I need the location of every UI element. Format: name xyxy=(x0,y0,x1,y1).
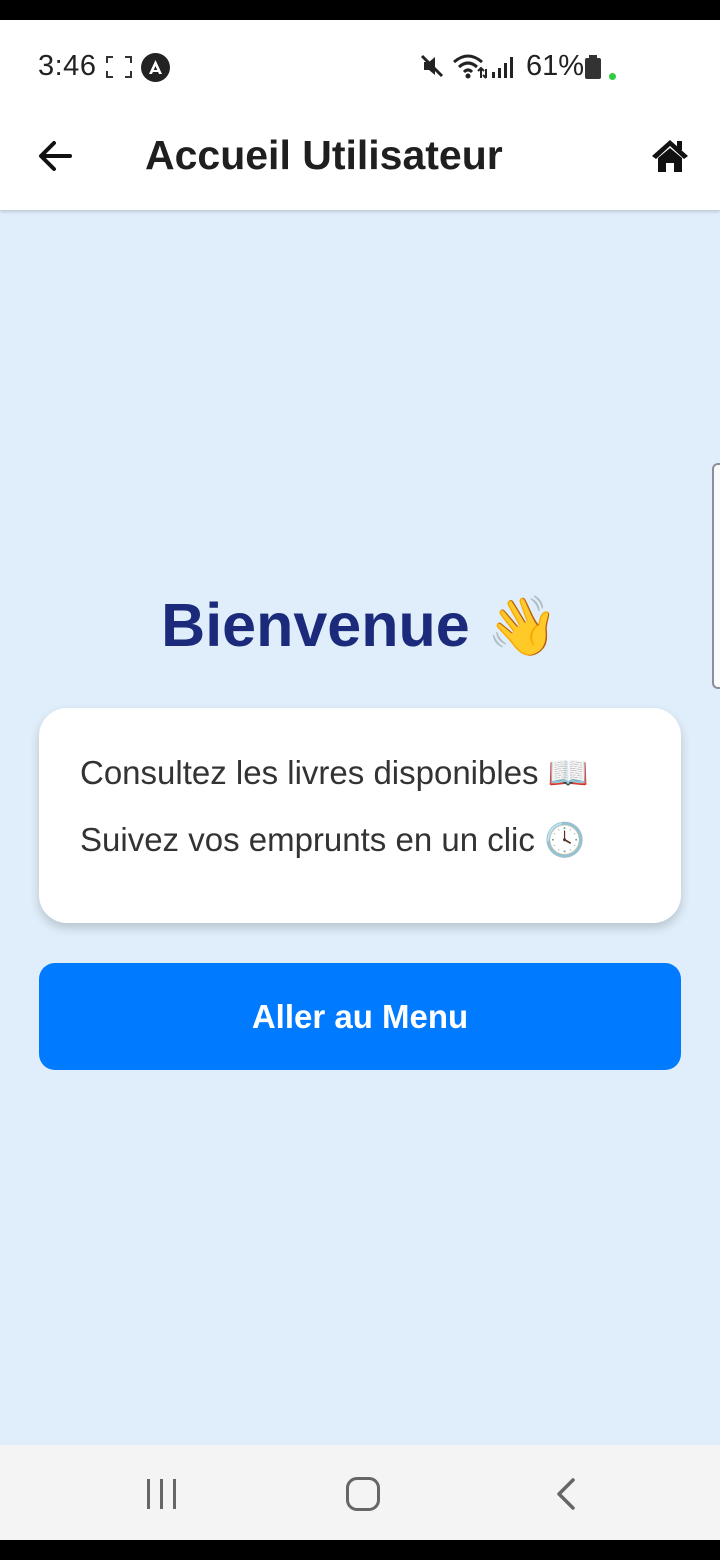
info-line-books: Consultez les livres disponibles 📖 xyxy=(80,754,589,791)
recent-apps-icon[interactable] xyxy=(145,1479,179,1509)
home-icon xyxy=(652,140,688,172)
info-line-loans: Suivez vos emprunts en un clic 🕓 xyxy=(80,821,586,858)
welcome-heading: Bienvenue 👋 xyxy=(0,590,720,661)
home-button[interactable] xyxy=(650,136,690,176)
screen-expand-icon xyxy=(106,56,132,78)
wifi-icon xyxy=(452,52,488,85)
mute-icon xyxy=(418,52,446,85)
system-nav-bar xyxy=(0,1445,720,1540)
home-nav-icon[interactable] xyxy=(346,1477,380,1511)
back-nav-icon[interactable] xyxy=(553,1477,579,1516)
app-notification-icon xyxy=(141,53,170,82)
bottom-bezel xyxy=(0,1540,720,1560)
privacy-indicator-dot xyxy=(609,73,616,80)
status-time: 3:46 xyxy=(38,50,97,82)
phone-screen: 3:46 61% Accueil Utilisateur Bienvenue 👋… xyxy=(0,0,720,1560)
arrow-left-icon xyxy=(39,141,72,171)
battery-icon xyxy=(585,55,601,79)
main-content: Bienvenue 👋 Consultez les livres disponi… xyxy=(0,210,720,1445)
signal-icon xyxy=(490,54,516,85)
page-title: Accueil Utilisateur xyxy=(145,132,503,178)
battery-percentage: 61% xyxy=(526,50,585,82)
waving-hand-icon: 👋 xyxy=(486,594,559,659)
top-bezel xyxy=(0,0,720,20)
status-bar: 3:46 61% xyxy=(0,20,720,110)
app-header: Accueil Utilisateur xyxy=(0,110,720,210)
go-to-menu-button[interactable]: Aller au Menu xyxy=(39,963,681,1070)
welcome-text: Bienvenue xyxy=(161,591,470,659)
back-button[interactable] xyxy=(34,134,78,178)
info-card: Consultez les livres disponibles 📖 Suive… xyxy=(39,708,681,923)
